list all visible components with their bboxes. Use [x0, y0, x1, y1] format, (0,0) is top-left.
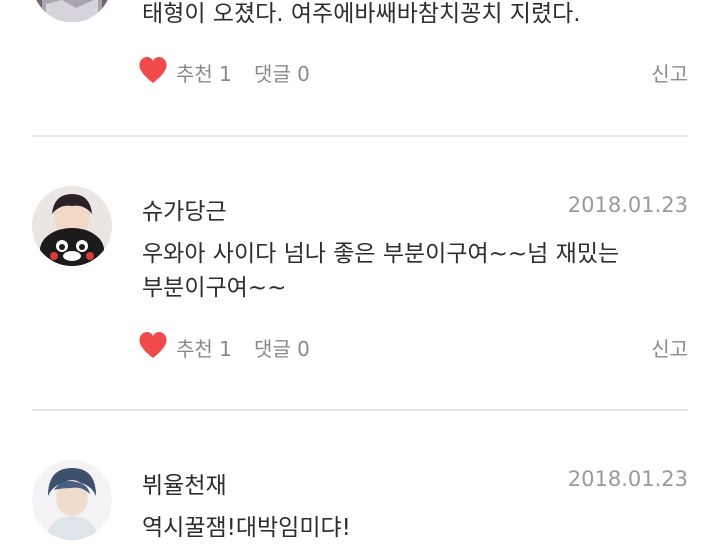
avatar[interactable]	[32, 0, 112, 22]
comment-text: 우와아 사이다 넘나 좋은 부분이구여~~넘 재밌는 부분이구여~~	[142, 241, 620, 301]
avatar-image	[32, 0, 112, 22]
comment-author[interactable]: 슈가당근	[142, 192, 227, 226]
like-count[interactable]: 추천 1	[176, 58, 232, 87]
heart-icon[interactable]	[138, 56, 168, 84]
comment-actions: 추천 1 댓글 0 신고	[138, 331, 688, 363]
reply-count[interactable]: 댓글 0	[254, 58, 310, 87]
comment-item: 슈가당근 2018.01.23 우와아 사이다 넘나 좋은 부분이구여~~넘 재…	[0, 137, 720, 409]
report-button[interactable]: 신고	[651, 58, 688, 87]
avatar-image	[32, 186, 112, 266]
comment-date: 2018.01.23	[567, 193, 688, 217]
avatar[interactable]	[32, 460, 112, 540]
like-count[interactable]: 추천 1	[176, 333, 232, 362]
heart-icon[interactable]	[138, 331, 168, 359]
comment-author[interactable]: 뷔율천재	[142, 466, 227, 500]
comment-date: 2018.01.23	[567, 467, 688, 491]
comment-item: 태형이 오졌다. 여주에바쌔바참치꽁치 지렸다. 추천 1 댓글 0 신고	[0, 0, 720, 135]
report-button[interactable]: 신고	[651, 333, 688, 362]
avatar[interactable]	[32, 186, 112, 266]
reply-count[interactable]: 댓글 0	[254, 333, 310, 362]
comment-actions: 추천 1 댓글 0 신고	[138, 56, 688, 88]
comment-text: 태형이 오졌다. 여주에바쌔바참치꽁치 지렸다.	[142, 1, 581, 27]
avatar-image	[32, 460, 112, 540]
comment-item: 뷔율천재 2018.01.23 역시꿀잼!대박임미댜!	[0, 411, 720, 541]
